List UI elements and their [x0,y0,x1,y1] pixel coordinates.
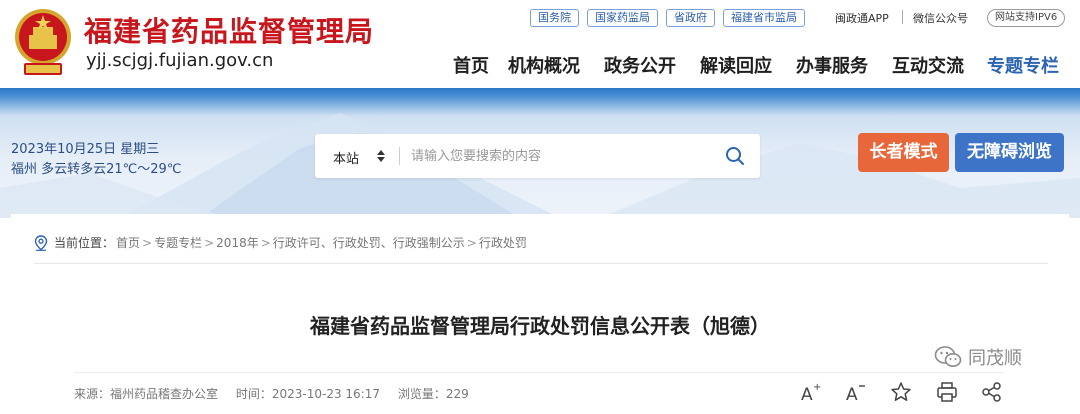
site-header: 福建省药品监督管理局 yjj.scjgj.fujian.gov.cn 国务院 国… [0,0,1080,88]
share-icon[interactable] [981,381,1003,403]
top-link-nmpa[interactable]: 国家药监局 [587,9,658,27]
nav-gov-info[interactable]: 政务公开 [604,52,676,78]
breadcrumb-separator: > [466,235,477,250]
elder-mode-button[interactable]: 长者模式 [858,133,949,172]
app-link[interactable]: 闽政通APP [835,10,889,26]
breadcrumb-special-topics[interactable]: 专题专栏 [154,234,202,251]
print-icon[interactable] [936,381,958,403]
wechat-link[interactable]: 微信公众号 [913,10,968,26]
nav-services[interactable]: 办事服务 [796,52,868,78]
svg-text:A: A [846,385,858,403]
nav-special-topics[interactable]: 专题专栏 [987,52,1059,78]
site-domain: yjj.scjgj.fujian.gov.cn [86,50,274,71]
ipv6-badge: 网站支持IPV6 [987,9,1066,27]
date-text: 2023年10月25日 星期三 [11,142,160,157]
favorite-star-icon[interactable] [890,381,912,403]
breadcrumb-separator: > [260,235,271,250]
breadcrumb-label: 当前位置： [54,236,115,250]
search-box: 本站 [315,134,760,178]
accessible-browsing-button[interactable]: 无障碍浏览 [955,133,1064,172]
breadcrumb-separator: > [204,235,215,250]
location-pin-icon [34,234,48,251]
nav-home[interactable]: 首页 [453,52,489,78]
top-links: 国务院 国家药监局 省政府 福建省市监局 [530,9,813,27]
nav-about[interactable]: 机构概况 [508,52,580,78]
divider [902,10,903,24]
top-link-state-council[interactable]: 国务院 [530,9,579,27]
article-views: 浏览量：229 [397,387,469,401]
svg-text:+: + [813,382,821,393]
wechat-icon [934,346,962,367]
sort-caret-icon[interactable] [377,150,385,162]
top-link-province-gov[interactable]: 省政府 [666,9,715,27]
weather-text: 福州 多云转多云21℃～29℃ [11,162,182,177]
font-increase-icon[interactable]: A + [800,381,822,403]
article-source: 来源：福州药品稽查办公室 [74,387,219,401]
watermark: 同茂顺 [934,344,1022,370]
search-divider [399,147,400,165]
article-title: 福建省药品监督管理局行政处罚信息公开表（旭德） [310,314,770,338]
top-link-market-regulation[interactable]: 福建省市监局 [723,9,805,27]
article-time: 时间：2023-10-23 16:17 [235,387,380,401]
breadcrumb-home[interactable]: 首页 [116,234,140,251]
breadcrumb-publicity[interactable]: 行政许可、行政处罚、行政强制公示 [273,234,465,251]
nav-interpretation[interactable]: 解读回应 [700,52,772,78]
meta-divider [74,372,1004,373]
breadcrumb: 当前位置： 首页 > 专题专栏 > 2018年 > 行政许可、行政处罚、行政强制… [34,234,527,251]
search-icon[interactable] [725,146,745,166]
font-decrease-icon[interactable]: A [845,381,867,403]
breadcrumb-2018[interactable]: 2018年 [216,234,259,251]
article-meta: 来源：福州药品稽查办公室 时间：2023-10-23 16:17 浏览量：229 [74,385,483,402]
national-emblem-icon[interactable] [12,5,74,77]
watermark-text: 同茂顺 [968,348,1022,369]
breadcrumb-divider [34,263,1048,264]
site-title[interactable]: 福建省药品监督管理局 [84,10,374,50]
breadcrumb-separator: > [142,235,153,250]
search-input[interactable] [411,146,711,166]
search-scope-select[interactable]: 本站 [333,148,359,167]
nav-interaction[interactable]: 互动交流 [892,52,964,78]
svg-text:A: A [801,385,813,403]
breadcrumb-penalty[interactable]: 行政处罚 [479,234,527,251]
